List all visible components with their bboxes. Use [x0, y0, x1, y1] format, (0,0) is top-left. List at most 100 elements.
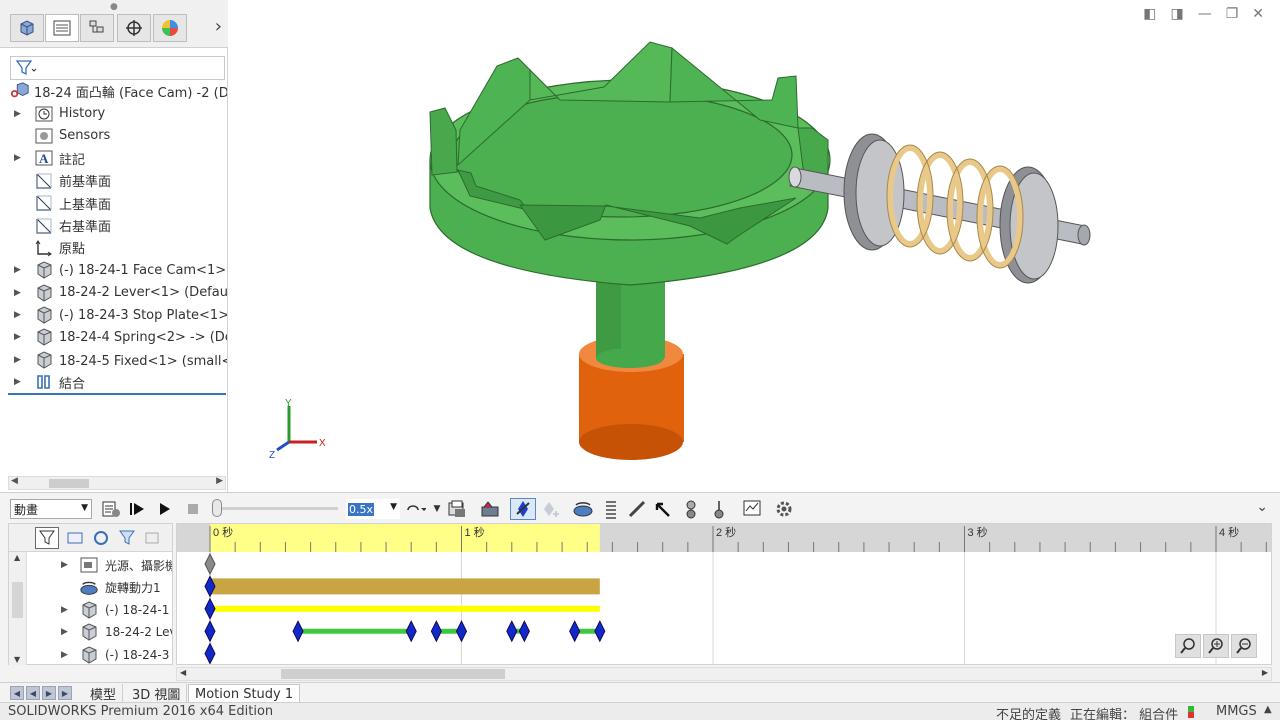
scroll-left-icon[interactable]: ◀ — [180, 668, 186, 677]
feature-manager-tab-icon[interactable] — [10, 14, 44, 42]
first-tab-icon[interactable]: ◀ — [10, 686, 24, 700]
play-icon[interactable] — [154, 498, 176, 520]
tree-filter[interactable] — [10, 56, 225, 80]
tree-item[interactable]: ▶ 18-24-5 Fixed<1> (small<顯 — [0, 349, 227, 371]
expand-arrow-icon[interactable]: ▶ — [14, 377, 24, 387]
results-plots-icon[interactable] — [742, 498, 764, 520]
tab-motion-study[interactable]: Motion Study 1 — [188, 684, 301, 703]
collapse-icon[interactable]: ⌄ — [1256, 499, 1268, 515]
tab-3d-view[interactable]: 3D 視圖 — [126, 684, 188, 703]
key-point[interactable] — [455, 620, 468, 643]
motion-tree-item[interactable]: ▶ (-) 18-24-3 — [9, 644, 172, 666]
key-point[interactable] — [506, 620, 518, 643]
expand-arrow-icon[interactable]: ▶ — [61, 560, 71, 570]
stop-icon[interactable] — [182, 498, 204, 520]
scroll-right-icon[interactable]: ▶ — [1262, 668, 1268, 677]
face-cam-part[interactable] — [429, 41, 831, 286]
zoom-to-fit-icon[interactable] — [1175, 634, 1201, 658]
timeline[interactable]: 0 秒 1 秒 2 秒 3 秒 4 秒 — [176, 523, 1272, 665]
timeline-chart[interactable]: 0 秒 1 秒 2 秒 3 秒 4 秒 — [177, 524, 1272, 665]
tree-item[interactable]: ▶ 18-24-4 Spring<2> -> (Defa — [0, 326, 227, 348]
tree-item[interactable]: ▶ 18-24-2 Lever<1> (Default< — [0, 282, 227, 304]
damper-icon[interactable] — [626, 498, 648, 520]
gravity-icon[interactable] — [708, 498, 730, 520]
key-point[interactable] — [204, 597, 216, 620]
tree-item[interactable]: 上基準面 — [0, 192, 227, 214]
key-point[interactable] — [594, 620, 606, 643]
key-point[interactable] — [204, 642, 216, 664]
key-point[interactable] — [204, 620, 216, 643]
timeline-bar[interactable] — [210, 578, 600, 595]
dimxpert-manager-tab-icon[interactable] — [117, 14, 151, 42]
property-manager-tab-icon[interactable] — [45, 14, 79, 42]
next-tab-icon[interactable]: ▶ — [42, 686, 56, 700]
feature-tree-scrollbar[interactable]: ◀ ▶ — [8, 476, 226, 490]
chevron-right-icon[interactable]: › — [215, 16, 222, 37]
display-manager-tab-icon[interactable] — [153, 14, 187, 42]
expand-arrow-icon[interactable]: ▶ — [14, 153, 24, 163]
graphics-area[interactable]: ◧ ◨ — ❐ ✕ Y X Z — [229, 0, 1280, 492]
filter-results-icon[interactable] — [141, 527, 165, 549]
filter-icon[interactable] — [35, 527, 59, 549]
expand-arrow-icon[interactable]: ▶ — [14, 109, 24, 119]
contact-icon[interactable] — [680, 498, 702, 520]
units-up-icon[interactable]: ▲ — [1264, 704, 1272, 715]
force-icon[interactable] — [652, 498, 674, 520]
zoom-out-icon[interactable] — [1231, 634, 1257, 658]
configuration-manager-tab-icon[interactable] — [80, 14, 114, 42]
filter-selected-icon[interactable] — [115, 527, 139, 549]
tree-item[interactable]: 18-24 面凸輪 (Face Cam) -2 (Def — [0, 80, 227, 102]
scroll-left-icon[interactable]: ◀ — [11, 476, 18, 486]
expand-arrow-icon[interactable]: ▶ — [61, 650, 71, 660]
time-slider[interactable] — [216, 507, 338, 510]
scrollbar-thumb[interactable] — [281, 669, 505, 679]
key-point[interactable] — [292, 620, 304, 643]
tree-item[interactable]: 右基準面 — [0, 214, 227, 236]
expand-arrow-icon[interactable]: ▶ — [61, 627, 71, 637]
rebuild-indicator-icon[interactable] — [1188, 706, 1194, 718]
autokey-icon[interactable] — [510, 498, 536, 520]
chevron-down-icon[interactable]: ▼ — [426, 498, 448, 520]
key-point[interactable] — [405, 620, 417, 643]
expand-arrow-icon[interactable]: ▶ — [14, 332, 24, 342]
tab-model[interactable]: 模型 — [84, 684, 124, 703]
assembly-model[interactable] — [229, 0, 1280, 492]
animation-wizard-icon[interactable] — [480, 498, 502, 520]
play-from-start-icon[interactable] — [126, 498, 148, 520]
time-slider-thumb[interactable] — [212, 499, 222, 517]
scrollbar-thumb[interactable] — [49, 479, 89, 488]
tree-item[interactable]: 原點 — [0, 237, 227, 259]
filter-driving-icon[interactable] — [89, 527, 113, 549]
expand-arrow-icon[interactable]: ▶ — [14, 288, 24, 298]
scroll-right-icon[interactable]: ▶ — [216, 476, 223, 486]
motion-tree-item[interactable]: ▶ (-) 18-24-1 — [9, 599, 172, 621]
tree-item[interactable]: ▶ History — [0, 102, 227, 124]
study-type-select[interactable]: 動畫 ▼ — [10, 499, 92, 519]
timeline-bar[interactable] — [210, 605, 600, 612]
tree-item[interactable]: ▶ (-) 18-24-1 Face Cam<1> (D — [0, 259, 227, 281]
expand-arrow-icon[interactable]: ▶ — [14, 310, 24, 320]
tree-item[interactable]: 前基準面 — [0, 170, 227, 192]
key-point[interactable] — [518, 620, 530, 643]
key-point[interactable] — [430, 620, 442, 643]
timeline-scrollbar[interactable]: ◀ ▶ — [176, 667, 1272, 681]
motion-tree-item[interactable]: 旋轉動力1 — [9, 576, 172, 598]
key-point[interactable] — [569, 620, 581, 643]
playback-speed-select[interactable]: 0.5x ▼ — [346, 499, 400, 519]
key-point[interactable] — [204, 552, 216, 576]
prev-tab-icon[interactable]: ◀ — [26, 686, 40, 700]
motor-icon[interactable] — [572, 498, 594, 520]
units-selector[interactable]: MMGS — [1216, 704, 1257, 719]
expand-arrow-icon[interactable]: ▶ — [61, 605, 71, 615]
playback-mode-icon[interactable] — [404, 498, 426, 520]
last-tab-icon[interactable]: ▶ — [58, 686, 72, 700]
tree-item[interactable]: ▶ A 註記 — [0, 147, 227, 169]
tree-item[interactable]: ▶ (-) 18-24-3 Stop Plate<1> (D — [0, 304, 227, 326]
calculate-icon[interactable] — [100, 498, 122, 520]
expand-arrow-icon[interactable]: ▶ — [14, 265, 24, 275]
motion-tree-item[interactable]: ▶ 光源、攝影機 — [9, 554, 172, 576]
motion-tree-item[interactable]: ▶ 18-24-2 Lever — [9, 621, 172, 643]
panel-grip-icon[interactable]: ● — [110, 2, 118, 12]
spring-icon[interactable] — [600, 498, 622, 520]
tree-item[interactable]: ▶ 結合 — [0, 371, 227, 393]
